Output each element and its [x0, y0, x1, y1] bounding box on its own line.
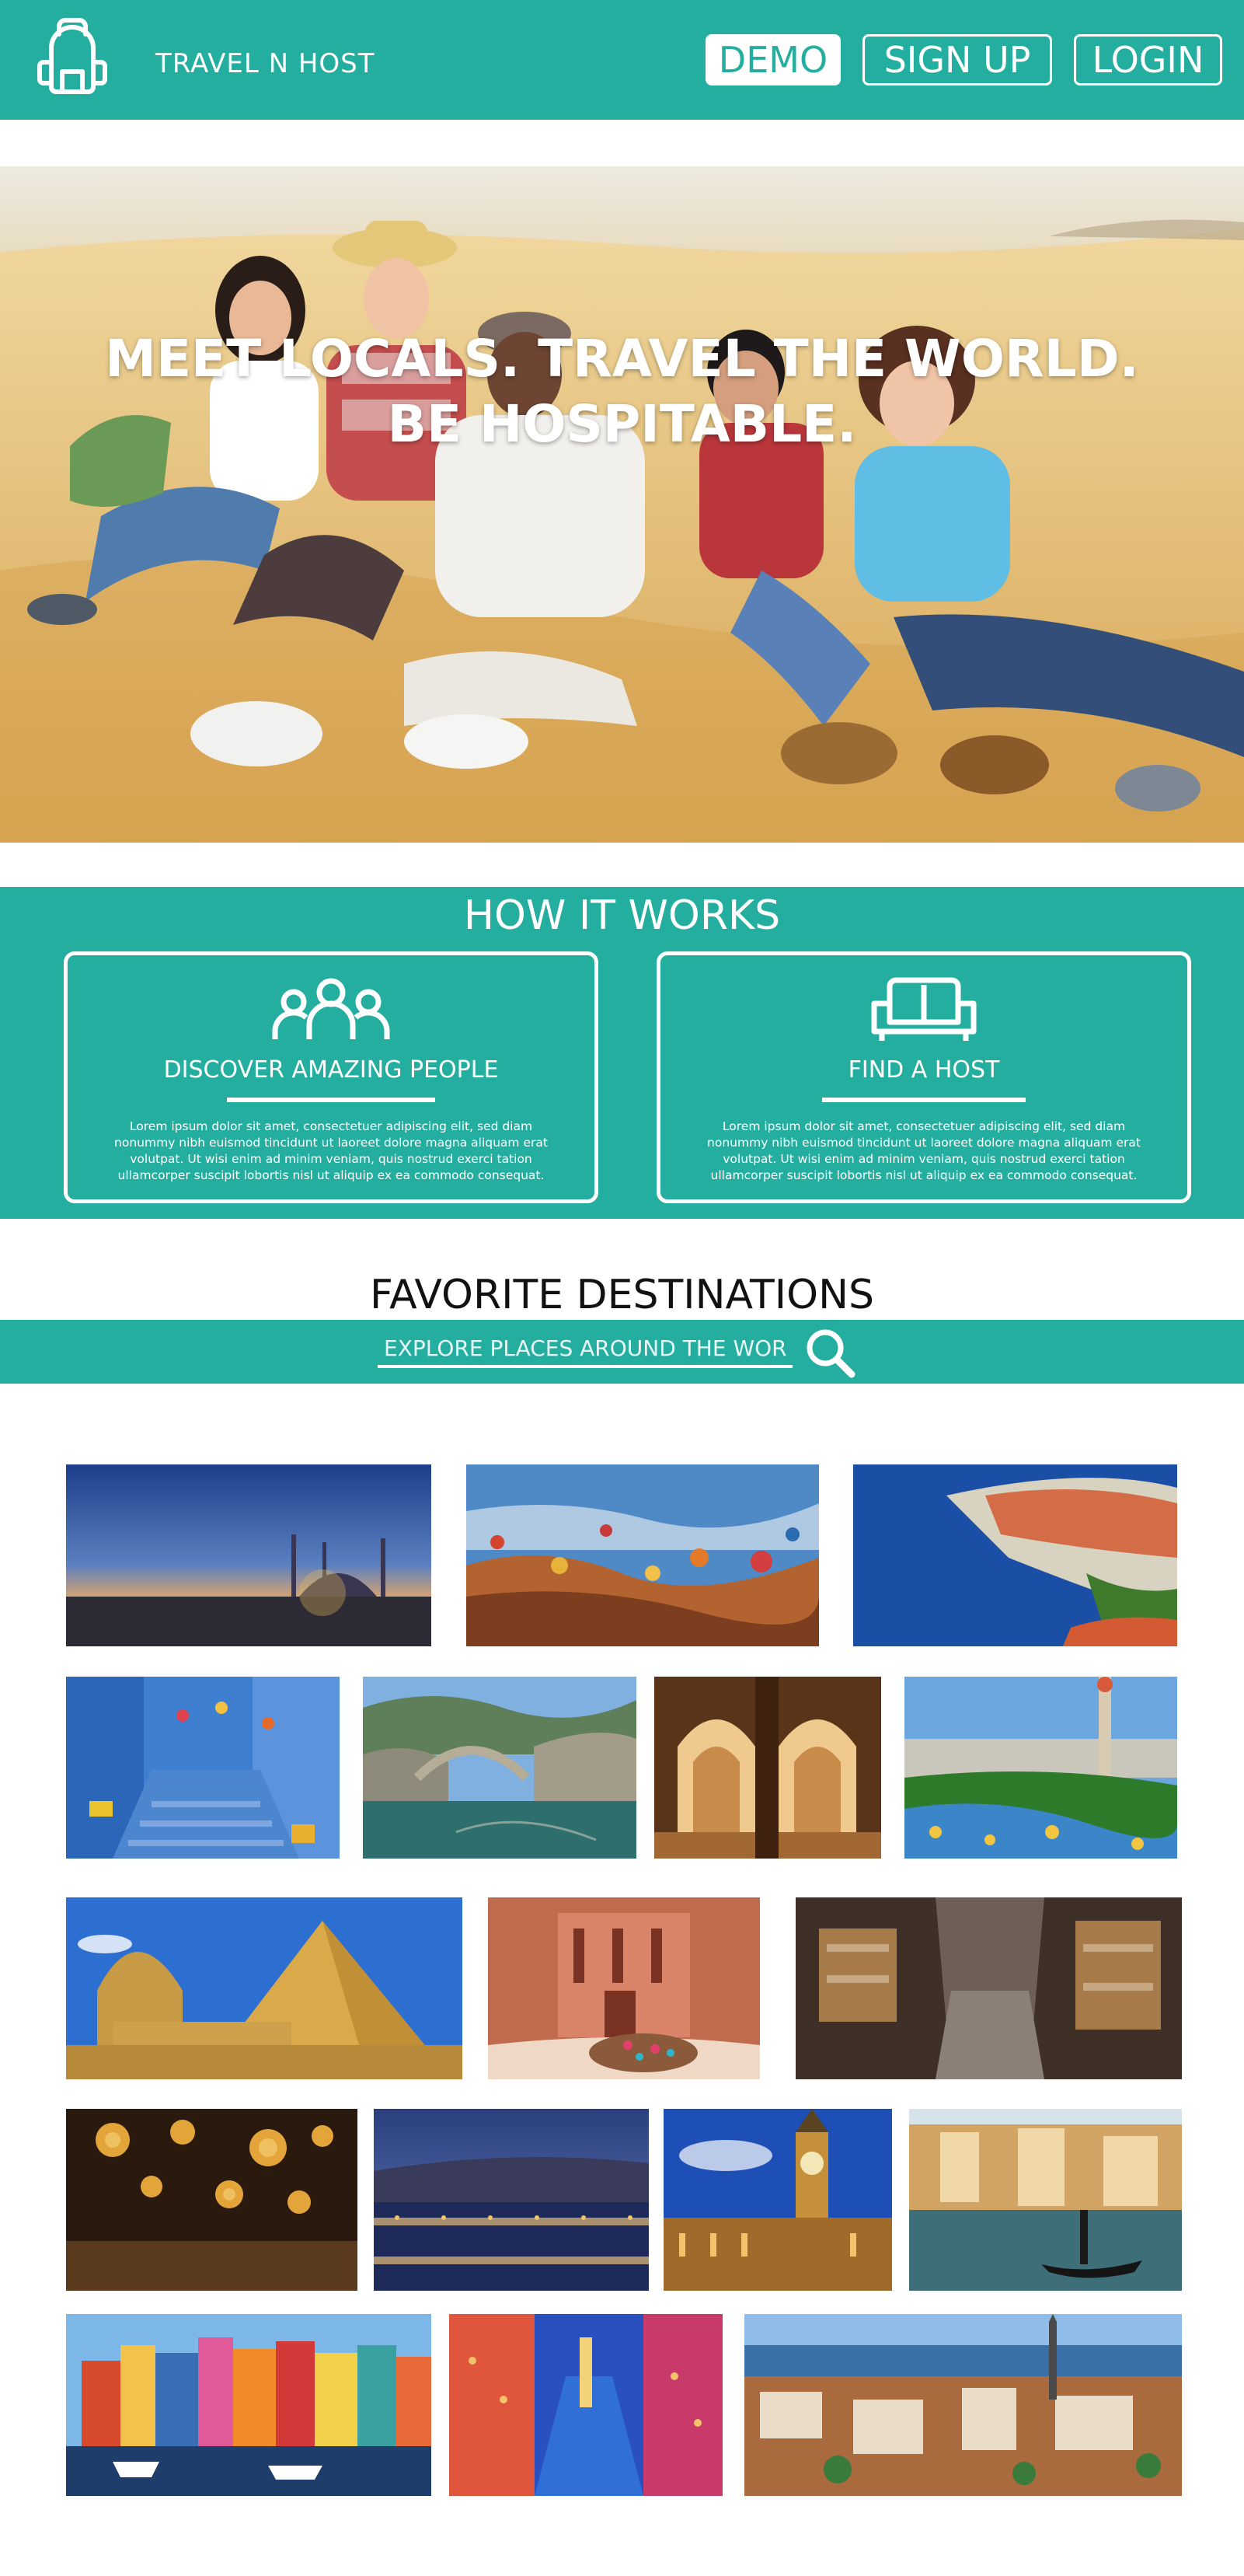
destination-photo[interactable]	[744, 2314, 1182, 2496]
destination-photo[interactable]	[796, 1897, 1182, 2079]
destination-photo[interactable]	[909, 2109, 1182, 2291]
divider	[227, 1098, 435, 1102]
destination-photo[interactable]	[374, 2109, 649, 2291]
hero-image	[0, 166, 1244, 843]
card-title: FIND A HOST	[848, 1056, 1000, 1084]
destination-photo[interactable]	[66, 1464, 431, 1646]
destination-photo[interactable]	[66, 1677, 340, 1859]
destination-photo[interactable]	[66, 2314, 431, 2496]
divider	[822, 1098, 1026, 1102]
destination-photo[interactable]	[904, 1677, 1177, 1859]
destination-photo[interactable]	[654, 1677, 881, 1859]
login-button[interactable]: LOGIN	[1074, 34, 1222, 86]
destination-photo[interactable]	[66, 2109, 357, 2291]
find-host-card[interactable]: FIND A HOST Lorem ipsum dolor sit amet, …	[657, 951, 1191, 1203]
destination-photo[interactable]	[66, 1897, 462, 2079]
destination-photo[interactable]	[449, 2314, 723, 2496]
search-input[interactable]	[378, 1331, 793, 1368]
destination-photo[interactable]	[853, 1464, 1177, 1646]
sign-up-button[interactable]: SIGN UP	[862, 34, 1052, 86]
couch-icon	[871, 977, 977, 1048]
backpack-icon[interactable]	[36, 17, 109, 95]
card-description: Lorem ipsum dolor sit amet, consectetuer…	[114, 1119, 548, 1182]
how-it-works-title: HOW IT WORKS	[463, 892, 781, 939]
demo-button[interactable]: DEMO	[706, 34, 841, 86]
destination-photo[interactable]	[488, 1897, 760, 2079]
destination-photo[interactable]	[664, 2109, 892, 2291]
discover-people-card[interactable]: DISCOVER AMAZING PEOPLE Lorem ipsum dolo…	[64, 951, 598, 1203]
hero-tagline: MEET LOCALS. TRAVEL THE WORLD. BE HOSPIT…	[0, 326, 1244, 457]
card-title: DISCOVER AMAZING PEOPLE	[163, 1056, 499, 1084]
destination-photo[interactable]	[466, 1464, 819, 1646]
hero-tagline-line-1: MEET LOCALS. TRAVEL THE WORLD.	[105, 329, 1139, 389]
card-description: Lorem ipsum dolor sit amet, consectetuer…	[707, 1119, 1141, 1182]
search-icon[interactable]	[803, 1326, 858, 1380]
people-group-icon	[269, 977, 393, 1045]
brand-name[interactable]: TRAVEL N HOST	[155, 48, 375, 79]
hero-tagline-line-2: BE HOSPITABLE.	[387, 394, 857, 454]
favorite-destinations-title: FAVORITE DESTINATIONS	[370, 1272, 874, 1318]
destination-photo[interactable]	[363, 1677, 636, 1859]
